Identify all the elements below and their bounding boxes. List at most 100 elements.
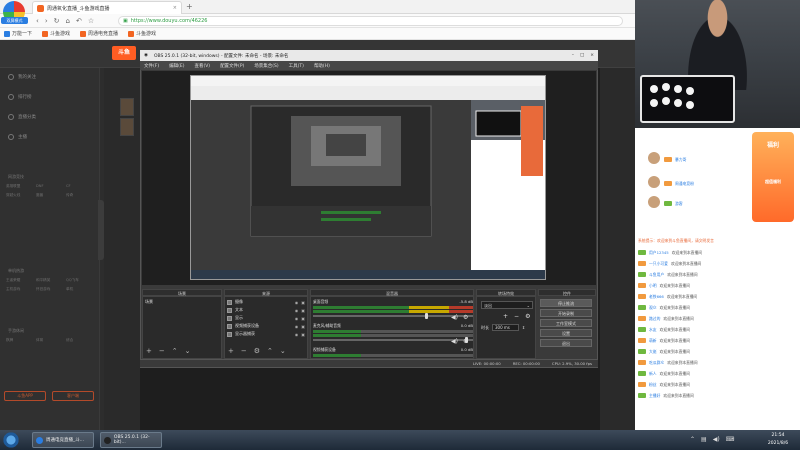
add-icon[interactable]: + [503,313,508,320]
browser-logo-icon[interactable]: 双屏模式 [1,1,28,24]
cpu-fps: CPU: 2.9%, 30.00 fps [551,361,592,366]
reload-icon[interactable]: ↻ [54,17,60,25]
undo-icon[interactable]: ↶ [76,17,82,25]
move-down-icon[interactable]: ⌄ [280,347,286,355]
back-icon[interactable]: ‹ [36,17,39,25]
taskbar-obs[interactable]: OBS 25.0.1 (32-bit)... [100,432,162,448]
add-icon[interactable]: + [146,347,152,355]
maximize-icon[interactable]: □ [580,53,584,58]
source-item[interactable]: 视频捕获设备 ◉ ▣ [227,323,305,329]
visibility-icon[interactable]: ◉ [295,308,299,313]
gear-icon[interactable]: ⚙ [525,313,530,320]
remove-icon[interactable]: − [159,347,165,355]
lock-icon[interactable]: ▣ [301,300,305,305]
sidebar-item-category[interactable]: 直播分类 [8,114,36,120]
sidebar-link[interactable]: 主机游戏 [6,287,36,292]
menu-view[interactable]: 查看(V) [194,63,210,69]
move-up-icon[interactable]: ⌃ [172,347,178,355]
sidebar-link[interactable]: 怀旧游戏 [36,287,66,292]
star-icon[interactable]: ☆ [88,17,94,25]
visibility-icon[interactable]: ◉ [295,332,299,337]
sidebar-item-follow[interactable]: 我的关注 [8,74,36,80]
move-up-icon[interactable]: ⌃ [267,347,273,355]
douyu-logo[interactable]: 斗鱼 [112,46,136,60]
sidebar-link[interactable]: 传奇 [66,193,96,198]
menu-scene-collection[interactable]: 场景集合(S) [254,63,278,69]
browser-tab[interactable]: 周通氧化直播_斗鱼游戏直播 × [32,1,182,14]
taskbar-clock[interactable]: 21:54 2021/8/6 [760,432,796,448]
sidebar-link[interactable]: 体育 [36,338,66,343]
stepper-icon[interactable]: ⇕ [522,325,525,330]
volume-slider[interactable] [313,337,473,343]
source-item[interactable]: 显示 ◉ ▣ [227,315,305,321]
sidebar-link[interactable]: DNF [36,184,66,189]
sidebar-link[interactable]: 综合 [66,338,96,343]
lock-icon[interactable]: ▣ [301,324,305,329]
sidebar-link[interactable]: 英雄联盟 [6,184,36,189]
speaker-icon[interactable]: ◀) [451,338,458,345]
menu-help[interactable]: 帮助(H) [314,63,330,69]
start-recording-button[interactable]: 开始录制 [540,309,592,317]
taskbar-browser[interactable]: 周通电竞直播_斗... [32,432,94,448]
studio-mode-button[interactable]: 工作室模式 [540,319,592,327]
menu-profile[interactable]: 配置文件(P) [220,63,244,69]
minimize-icon[interactable]: – [572,53,574,58]
gear-icon[interactable]: ⚙ [254,347,260,355]
sidebar-link[interactable]: 穿越火线 [6,193,36,198]
add-icon[interactable]: + [228,347,234,355]
bookmark-item[interactable]: 万能一下 [4,30,32,37]
tab-close-icon[interactable]: × [173,5,177,11]
sidebar-link[interactable]: 王者荣耀 [6,278,36,283]
source-item[interactable]: 摄像 ◉ ▣ [227,299,305,305]
tray-arrow-icon[interactable]: ⌃ [690,436,695,443]
menu-file[interactable]: 文件(F) [144,63,159,69]
settings-button[interactable]: 设置 [540,329,592,337]
source-item[interactable]: 显示器捕获 ◉ ▣ [227,331,305,337]
duration-input[interactable]: 300 ms [492,324,519,331]
sidebar-link[interactable]: 和平精英 [36,278,66,283]
new-tab-icon[interactable]: + [186,2,193,11]
lock-icon[interactable]: ▣ [301,308,305,313]
visibility-icon[interactable]: ◉ [295,324,299,329]
remove-icon[interactable]: − [514,313,519,320]
bookmark-item[interactable]: 斗鱼游戏 [128,30,156,37]
sidebar-link[interactable]: 棋牌 [6,338,36,343]
move-down-icon[interactable]: ⌄ [185,347,191,355]
scene-item[interactable]: 场景 [145,299,153,305]
start-button-icon[interactable] [2,431,20,449]
menu-edit[interactable]: 编辑(E) [169,63,184,69]
douyu-app-button[interactable]: 斗鱼APP [4,391,46,401]
bookmark-item[interactable]: 斗鱼游戏 [42,30,70,37]
network-icon[interactable]: ▤ [701,436,707,443]
stop-streaming-button[interactable]: 停止推流 [540,299,592,307]
bookmark-item[interactable]: 周通电竞直播 [80,30,118,37]
lock-icon[interactable]: ▣ [301,316,305,321]
visibility-icon[interactable]: ◉ [295,316,299,321]
lock-icon[interactable]: ▣ [301,332,305,337]
input-method-icon[interactable]: ⌨ [726,436,735,443]
volume-slider[interactable] [313,313,473,319]
sidebar-link[interactable]: 单机 [66,287,96,292]
exit-button[interactable]: 退出 [540,339,592,347]
address-input[interactable]: ▣ https://www.douyu.com/46226 [118,16,623,26]
sidebar-link[interactable]: 魔兽 [36,193,66,198]
remove-icon[interactable]: − [241,347,247,355]
speaker-icon[interactable]: ◀) [451,314,458,321]
sidebar-item-anchor[interactable]: 主播 [8,134,27,140]
gift-banner[interactable]: 福利 超值福利 [752,132,794,222]
slider-handle[interactable] [425,313,428,319]
home-icon[interactable]: ⌂ [66,17,70,25]
sidebar-link[interactable]: QQ飞车 [66,278,96,283]
visibility-icon[interactable]: ◉ [295,300,299,305]
menu-tools[interactable]: 工具(T) [289,63,304,69]
sidebar-link[interactable]: CF [66,184,96,189]
douyu-client-button[interactable]: 客户端 [52,391,94,401]
gear-icon[interactable]: ⚙ [463,338,468,345]
volume-icon[interactable]: ◀) [713,436,720,443]
gear-icon[interactable]: ⚙ [463,314,468,321]
source-item[interactable]: 文本 ◉ ▣ [227,307,305,313]
transition-select[interactable]: 淡出 ⌄ [481,301,533,309]
forward-icon[interactable]: › [45,17,48,25]
close-icon[interactable]: × [590,53,594,58]
sidebar-item-rank[interactable]: 排行榜 [8,94,32,100]
